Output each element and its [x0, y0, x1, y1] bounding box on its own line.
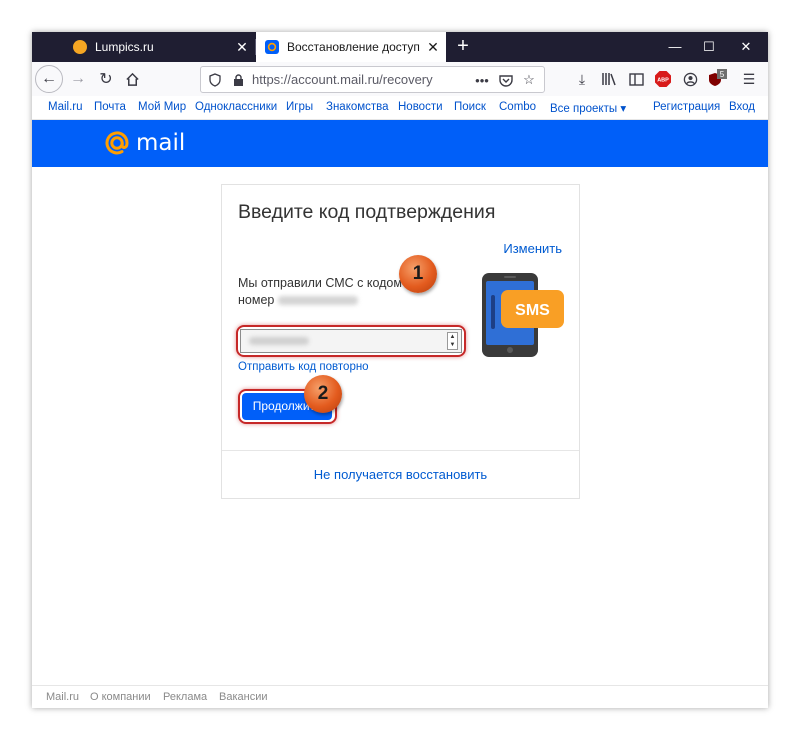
sms-label: SMS — [515, 302, 550, 319]
at-sign-icon — [105, 131, 129, 155]
portal-link-novosti[interactable]: Новости — [398, 101, 443, 113]
forward-arrow-icon[interactable]: → — [66, 67, 90, 91]
portal-link-moimir[interactable]: Мой Мир — [138, 101, 186, 113]
library-icon[interactable] — [599, 69, 619, 89]
url-text: https://account.mail.ru/recovery — [252, 72, 433, 87]
portal-link-znakomstva[interactable]: Знакомства — [326, 101, 389, 113]
change-link[interactable]: Изменить — [503, 241, 562, 256]
portal-link-all-projects[interactable]: Все проекты ▾ — [550, 101, 626, 115]
lock-icon[interactable] — [229, 71, 247, 89]
verification-card: Введите код подтверждения Изменить Мы от… — [221, 184, 580, 499]
new-tab-icon[interactable]: + — [450, 32, 476, 62]
footer-link-about[interactable]: О компании — [90, 691, 151, 703]
highlight-code-input — [236, 325, 466, 357]
shield-icon[interactable] — [206, 71, 224, 89]
footer-link-ads[interactable]: Реклама — [163, 691, 207, 703]
resend-code-link[interactable]: Отправить код повторно — [238, 361, 369, 373]
phone-sms-illustration: SMS — [482, 273, 564, 357]
close-tab-icon[interactable]: ✕ — [420, 39, 446, 56]
footer: Mail.ru О компании Реклама Вакансии — [32, 685, 768, 708]
cant-restore-label: Не получается восстановить — [313, 467, 488, 482]
svg-text:ABP: ABP — [657, 78, 669, 84]
close-window-icon[interactable]: ✕ — [729, 32, 763, 62]
maximize-icon[interactable]: ☐ — [692, 32, 726, 62]
downloads-icon[interactable]: ⤓ — [572, 69, 592, 89]
home-icon[interactable] — [120, 67, 144, 91]
step-marker-2: 2 — [304, 375, 342, 413]
pocket-icon[interactable] — [497, 71, 515, 89]
login-link[interactable]: Вход — [729, 101, 755, 113]
ublock-icon[interactable]: 5 — [707, 69, 727, 89]
sent-message-line1: Мы отправили СМС с кодом на — [238, 276, 420, 290]
sent-message-line2: номер — [238, 293, 275, 307]
tab-strip: Lumpics.ru ✕ Восстановление доступа ✕ + … — [32, 32, 768, 62]
close-tab-icon[interactable]: ✕ — [229, 39, 255, 56]
page-actions-icon[interactable]: ••• — [473, 71, 491, 89]
reload-icon[interactable]: ↻ — [94, 67, 118, 91]
portal-link-poisk[interactable]: Поиск — [454, 101, 486, 113]
brand-bar: mail — [32, 120, 768, 167]
url-bar[interactable]: https://account.mail.ru/recovery ••• ☆ — [200, 66, 545, 93]
minimize-icon[interactable]: — — [658, 32, 692, 62]
footer-link-mailru[interactable]: Mail.ru — [46, 691, 79, 703]
tab-title: Восстановление доступа — [287, 40, 420, 54]
card-divider — [222, 450, 579, 451]
browser-window: Lumpics.ru ✕ Восстановление доступа ✕ + … — [32, 32, 768, 708]
tab-recovery[interactable]: Восстановление доступа ✕ — [256, 32, 446, 62]
portal-nav: Mail.ru Почта Мой Мир Одноклассники Игры… — [32, 96, 768, 120]
page-title: Введите код подтверждения — [238, 201, 496, 223]
back-arrow-icon[interactable]: ← — [35, 65, 63, 93]
logo-text: mail — [136, 130, 186, 156]
portal-link-combo[interactable]: Combo — [499, 101, 536, 113]
cant-restore-link[interactable]: Не получается восстановить — [222, 467, 579, 482]
step-marker-1: 1 — [399, 255, 437, 293]
menu-hamburger-icon[interactable]: ☰ — [739, 69, 759, 89]
phone-number-redacted — [278, 296, 359, 306]
tab-title: Lumpics.ru — [95, 40, 154, 54]
tab-lumpics[interactable]: Lumpics.ru ✕ — [64, 32, 255, 62]
portal-link-odnoklassniki[interactable]: Одноклассники — [195, 101, 277, 113]
sidebar-icon[interactable] — [626, 69, 646, 89]
portal-link-pochta[interactable]: Почта — [94, 101, 126, 113]
portal-link-mailru[interactable]: Mail.ru — [48, 101, 83, 113]
nav-toolbar: ← → ↻ https://account.mail.ru/recovery •… — [32, 62, 768, 96]
svg-text:5: 5 — [720, 70, 725, 79]
mailru-favicon-icon — [265, 40, 279, 54]
lumpics-favicon-icon — [73, 40, 87, 54]
bookmark-star-icon[interactable]: ☆ — [520, 71, 538, 89]
footer-link-jobs[interactable]: Вакансии — [219, 691, 268, 703]
register-link[interactable]: Регистрация — [653, 101, 720, 113]
portal-link-igry[interactable]: Игры — [286, 101, 313, 113]
account-icon[interactable] — [680, 69, 700, 89]
adblock-icon[interactable]: ABP — [653, 69, 673, 89]
mail-logo[interactable]: mail — [102, 128, 185, 158]
